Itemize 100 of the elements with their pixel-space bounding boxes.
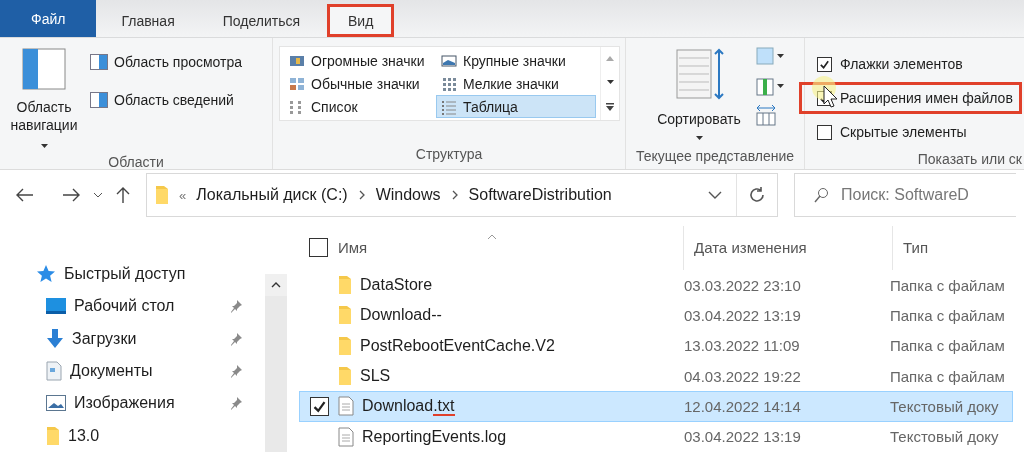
breadcrumb[interactable]: Локальный диск (C:) xyxy=(196,186,348,204)
nav-item[interactable]: Быстрый доступ xyxy=(0,258,265,291)
ribbon-tab[interactable]: Вид xyxy=(327,4,395,37)
sort-button[interactable]: Сортировать xyxy=(645,46,753,142)
refresh-icon xyxy=(748,186,766,204)
address-bar[interactable]: « Локальный диск (C:) Windows SoftwareDistribution xyxy=(146,173,778,217)
file-row[interactable]: PostRebootEventCache.V2 13.03.2022 11:09 Папка с файлам xyxy=(299,330,1013,361)
type-cell-text: Папка с файлам xyxy=(889,276,1006,294)
pin-icon[interactable] xyxy=(229,331,243,346)
file-menu-tab[interactable]: Файл xyxy=(0,0,97,37)
folder-icon xyxy=(155,185,169,205)
search-icon xyxy=(813,187,829,203)
layout-option[interactable]: Таблица xyxy=(436,95,596,118)
group-title: Показать или ск xyxy=(917,150,1022,167)
breadcrumb[interactable]: SoftwareDistribution xyxy=(468,186,612,204)
file-row[interactable]: ReportingEvents.log 03.04.2022 13:19 Текстовый доку xyxy=(299,421,1013,452)
text-file-icon xyxy=(338,426,354,447)
date-cell-text: 04.03.2022 19:22 xyxy=(683,367,802,385)
caret-down-icon xyxy=(695,136,703,140)
type-cell-text: Папка с файлам xyxy=(889,367,1006,385)
layout-option[interactable]: Обычные значки xyxy=(284,72,436,95)
up-arrow-icon xyxy=(116,186,130,204)
folder-icon xyxy=(338,366,352,387)
show-option[interactable]: Скрытые элементы xyxy=(799,116,1022,148)
group-by-icon[interactable] xyxy=(755,46,785,66)
layout-option[interactable]: Список xyxy=(284,95,436,118)
nav-item[interactable]: Изображения xyxy=(0,387,265,420)
nav-item[interactable]: Рабочий стол xyxy=(0,290,265,323)
document-icon xyxy=(46,361,62,382)
column-header[interactable]: Дата изменения xyxy=(683,226,892,270)
layout-option[interactable]: Крупные значки xyxy=(436,49,596,72)
nav-item[interactable]: Документы xyxy=(0,355,265,388)
search-box[interactable]: Поиск: SoftwareD xyxy=(794,173,1016,217)
pin-icon[interactable] xyxy=(229,396,243,411)
details-icon xyxy=(441,98,457,115)
text-file-icon xyxy=(338,396,354,417)
file-name: Download.txt xyxy=(300,396,674,417)
folder-icon xyxy=(338,305,352,326)
type-cell-text: Текстовый доку xyxy=(889,397,1000,415)
scroll-up-icon[interactable] xyxy=(271,282,281,288)
pin-icon[interactable] xyxy=(229,364,243,379)
download-icon xyxy=(46,328,64,349)
back-arrow-icon xyxy=(16,188,34,202)
navigation-pane-icon xyxy=(22,48,66,90)
show-option[interactable]: Расширения имен файлов xyxy=(799,82,1022,114)
file-name: DataStore xyxy=(300,275,674,296)
date-cell-text: 03.03.2022 23:10 xyxy=(683,276,802,294)
desktop-icon xyxy=(46,298,66,315)
type-cell-text: Папка с файлам xyxy=(889,337,1006,355)
group-title: Области xyxy=(107,154,165,170)
scrollbar[interactable] xyxy=(265,274,287,452)
pane-button[interactable]: Область просмотра xyxy=(88,52,245,72)
forward-arrow-icon xyxy=(62,188,80,202)
checkbox[interactable] xyxy=(817,56,832,72)
pane-icon xyxy=(90,54,108,70)
select-all-checkbox[interactable] xyxy=(309,238,328,258)
date-cell-text: 03.04.2022 13:19 xyxy=(683,306,802,324)
ribbon-tab[interactable]: Главная xyxy=(100,4,196,37)
history-dropdown-icon[interactable] xyxy=(708,191,722,199)
show-option[interactable]: Флажки элементов xyxy=(799,48,1022,80)
file-name: SLS xyxy=(300,366,674,387)
checkbox[interactable] xyxy=(817,124,832,140)
pane-icon xyxy=(90,92,108,108)
breadcrumb[interactable]: Windows xyxy=(375,186,441,204)
pictures-icon xyxy=(46,395,66,412)
chevron-down-icon xyxy=(93,192,103,198)
pane-button[interactable]: Область сведений xyxy=(88,90,245,110)
medium-icons-icon xyxy=(289,75,305,92)
file-row[interactable]: Download-- 03.04.2022 13:19 Папка с файлам xyxy=(299,300,1013,331)
file-name: PostRebootEventCache.V2 xyxy=(300,335,674,356)
file-name: Download-- xyxy=(300,305,674,326)
column-header[interactable]: Тип xyxy=(892,226,1024,270)
layout-option[interactable]: Огромные значки xyxy=(284,49,436,72)
file-row[interactable]: DataStore 03.03.2022 23:10 Папка с файлам xyxy=(299,269,1013,301)
date-cell-text: 12.04.2022 14:14 xyxy=(683,397,802,415)
expand-gallery-icon[interactable] xyxy=(606,102,614,111)
date-cell-text: 13.03.2022 11:09 xyxy=(683,337,801,355)
chevron-right-icon xyxy=(450,190,459,200)
nav-item[interactable]: 13.0 xyxy=(0,419,265,452)
column-header[interactable]: Имя xyxy=(299,226,683,270)
folder-icon xyxy=(338,335,352,356)
folder-icon xyxy=(46,425,60,446)
layout-option[interactable]: Мелкие значки xyxy=(436,72,596,95)
date-cell-text: 03.04.2022 13:19 xyxy=(683,428,802,446)
navigation-pane-button[interactable]: Область навигации xyxy=(0,46,88,154)
large-icons-icon xyxy=(441,52,457,69)
row-checkbox[interactable] xyxy=(309,396,329,416)
nav-item[interactable]: Загрузки xyxy=(0,322,265,355)
star-icon xyxy=(36,264,56,285)
scroll-down-icon xyxy=(606,80,614,84)
fit-columns-icon[interactable] xyxy=(755,104,777,126)
folder-icon xyxy=(338,275,352,296)
ribbon-tab[interactable]: Поделиться xyxy=(201,4,322,37)
small-icons-icon xyxy=(441,75,457,92)
search-field[interactable]: Поиск: SoftwareD xyxy=(841,186,991,204)
file-row[interactable]: SLS 04.03.2022 19:22 Папка с файлам xyxy=(299,360,1013,392)
pin-icon[interactable] xyxy=(229,299,243,314)
group-title: Структура xyxy=(414,145,484,164)
type-cell-text: Текстовый доку xyxy=(889,428,1000,446)
file-row[interactable]: Download.txt 12.04.2022 14:14 Текстовый доку xyxy=(299,391,1013,422)
